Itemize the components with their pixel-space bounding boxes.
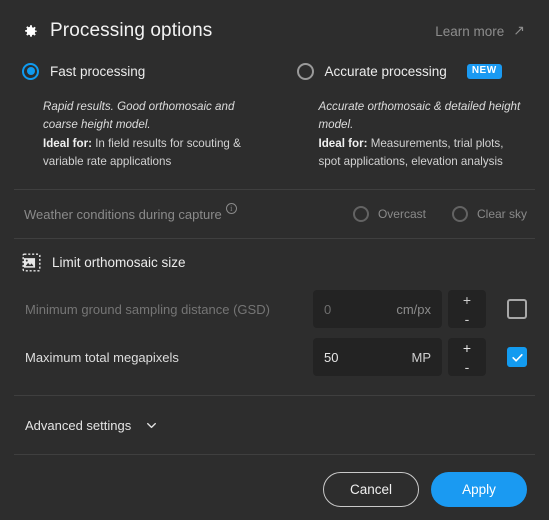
- gsd-stepper: + -: [448, 290, 486, 329]
- radio-weather-overcast-label: Overcast: [377, 207, 426, 222]
- megapixels-input[interactable]: 50 MP: [313, 338, 442, 377]
- gsd-input[interactable]: 0 cm/px: [313, 290, 442, 329]
- option-description-accurate-italic: Accurate orthomosaic & detailed height m…: [318, 100, 521, 132]
- info-icon[interactable]: i: [225, 202, 237, 214]
- processing-options-row: Fast processing Rapid results. Good orth…: [0, 52, 549, 171]
- learn-more-label: Learn more: [435, 23, 505, 39]
- divider-above-footer: [14, 454, 535, 456]
- megapixels-input-value: 50: [324, 349, 339, 365]
- weather-conditions-label-text: Weather conditions during capture: [24, 206, 222, 222]
- radio-accurate-processing-indicator: [296, 62, 314, 80]
- megapixels-label: Maximum total megapixels: [25, 349, 179, 365]
- megapixels-increment-button[interactable]: +: [448, 338, 486, 357]
- option-column-accurate: Accurate processing NEW Accurate orthomo…: [275, 58, 528, 171]
- advanced-settings-label: Advanced settings: [25, 417, 132, 433]
- option-column-fast: Fast processing Rapid results. Good orth…: [22, 58, 275, 171]
- gsd-input-unit: cm/px: [396, 301, 431, 317]
- radio-weather-clear-sky[interactable]: Clear sky: [451, 206, 527, 223]
- megapixels-stepper: + -: [448, 338, 486, 377]
- cancel-button[interactable]: Cancel: [323, 471, 419, 507]
- weather-conditions-row: Weather conditions during capture i Over…: [0, 190, 549, 238]
- radio-weather-clear-sky-indicator: [451, 206, 468, 223]
- apply-button[interactable]: Apply: [431, 471, 527, 507]
- radio-weather-overcast[interactable]: Overcast: [352, 206, 426, 223]
- gsd-label: Minimum ground sampling distance (GSD): [25, 301, 270, 317]
- new-badge: NEW: [466, 63, 502, 79]
- radio-fast-processing[interactable]: Fast processing: [22, 58, 263, 84]
- option-description-accurate-ideal-label: Ideal for:: [318, 136, 368, 150]
- radio-fast-processing-indicator: [22, 62, 39, 80]
- chevron-down-icon: [147, 422, 157, 428]
- radio-weather-overcast-indicator: [352, 206, 369, 223]
- weather-conditions-label: Weather conditions during capture i: [24, 202, 237, 222]
- gsd-decrement-button[interactable]: -: [448, 309, 486, 328]
- limit-orthomosaic-header: Limit orthomosaic size: [0, 239, 549, 285]
- option-description-accurate: Accurate orthomosaic & detailed height m…: [297, 98, 524, 171]
- check-icon: [511, 353, 523, 362]
- option-description-fast-ideal-label: Ideal for:: [43, 136, 92, 150]
- arrow-up-right-icon: ↗: [513, 22, 525, 38]
- megapixels-decrement-button[interactable]: -: [448, 357, 486, 376]
- radio-accurate-processing-label: Accurate processing: [324, 63, 447, 79]
- limit-orthomosaic-title: Limit orthomosaic size: [52, 254, 186, 270]
- page-title: Processing options: [50, 20, 213, 41]
- option-description-fast: Rapid results. Good orthomosaic and coar…: [22, 98, 263, 171]
- megapixels-checkbox[interactable]: [507, 347, 527, 368]
- option-description-fast-italic: Rapid results. Good orthomosaic and coar…: [43, 100, 235, 132]
- field-row-megapixels: Maximum total megapixels 50 MP + -: [0, 333, 549, 381]
- crop-image-icon: [22, 253, 41, 272]
- dialog-header: Processing options Learn more ↗: [0, 0, 549, 52]
- megapixels-input-unit: MP: [411, 349, 432, 365]
- field-row-gsd: Minimum ground sampling distance (GSD) 0…: [0, 285, 549, 333]
- gsd-input-value: 0: [324, 301, 332, 317]
- processing-options-dialog: Processing options Learn more ↗ Fast pro…: [0, 0, 549, 520]
- radio-fast-processing-label: Fast processing: [50, 63, 146, 79]
- gsd-increment-button[interactable]: +: [448, 290, 486, 309]
- gear-icon: [22, 23, 39, 40]
- gsd-checkbox[interactable]: [507, 299, 527, 320]
- radio-weather-clear-sky-label: Clear sky: [476, 207, 527, 222]
- learn-more-link[interactable]: Learn more ↗: [435, 22, 527, 39]
- advanced-settings-toggle[interactable]: Advanced settings: [0, 396, 549, 454]
- dialog-footer: Cancel Apply: [0, 458, 549, 520]
- radio-accurate-processing[interactable]: Accurate processing NEW: [296, 58, 524, 84]
